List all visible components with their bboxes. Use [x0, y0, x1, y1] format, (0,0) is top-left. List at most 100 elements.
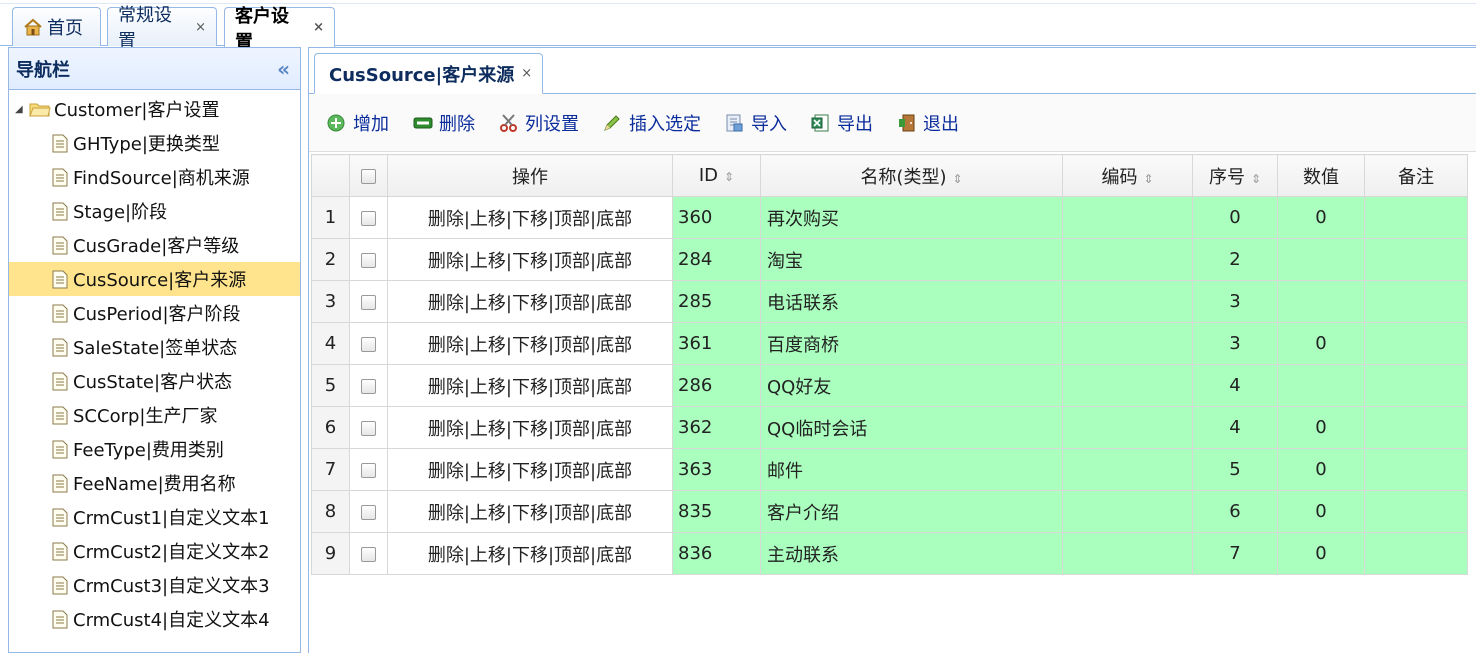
data-grid: 操作 ID ⇕ 名称(类型) ⇕ 编码 ⇕ 序号 ⇕ 数值 备注 1 删除|上移|下移|顶… — [311, 154, 1468, 575]
tree-item[interactable]: CusGrade|客户等级 — [9, 228, 300, 262]
document-icon — [52, 304, 68, 323]
tree-item-label: CrmCust2|自定义文本2 — [73, 542, 270, 563]
checkbox-icon[interactable] — [361, 336, 376, 352]
tree-item[interactable]: Stage|阶段 — [9, 194, 300, 228]
row-checkbox[interactable] — [349, 238, 388, 281]
row-checkbox[interactable] — [349, 280, 388, 323]
tree-item[interactable]: FindSource|商机来源 — [9, 160, 300, 194]
row-checkbox[interactable] — [349, 532, 388, 575]
sort-icon[interactable]: ⇕ — [1251, 172, 1261, 186]
table-row[interactable]: 9 删除|上移|下移|顶部|底部 836 主动联系 7 0 — [311, 532, 1468, 575]
close-icon[interactable]: × — [521, 66, 532, 81]
tree-item[interactable]: SCCorp|生产厂家 — [9, 398, 300, 432]
checkbox-icon[interactable] — [361, 168, 376, 184]
tree-item-label: FeeType|费用类别 — [73, 440, 224, 461]
delete-button[interactable]: 删除 — [413, 110, 475, 136]
column-header-id[interactable]: ID ⇕ — [672, 154, 761, 197]
tree-item[interactable]: CrmCust2|自定义文本2 — [9, 534, 300, 568]
add-button[interactable]: 增加 — [327, 110, 389, 136]
cell-note — [1364, 532, 1468, 575]
row-actions[interactable]: 删除|上移|下移|顶部|底部 — [387, 406, 673, 449]
sort-icon[interactable]: ⇕ — [952, 172, 962, 186]
row-actions[interactable]: 删除|上移|下移|顶部|底部 — [387, 322, 673, 365]
row-actions[interactable]: 删除|上移|下移|顶部|底部 — [387, 238, 673, 281]
cell-code — [1062, 406, 1193, 449]
table-row[interactable]: 1 删除|上移|下移|顶部|底部 360 再次购买 0 0 — [311, 196, 1468, 239]
column-header-name[interactable]: 名称(类型) ⇕ — [760, 154, 1063, 197]
export-label: 导出 — [837, 113, 873, 135]
tree-item[interactable]: CrmCust1|自定义文本1 — [9, 500, 300, 534]
close-icon[interactable]: × — [195, 20, 206, 35]
table-row[interactable]: 6 删除|上移|下移|顶部|底部 362 QQ临时会话 4 0 — [311, 406, 1468, 449]
tab-home[interactable]: 首页 — [12, 7, 101, 46]
checkbox-icon[interactable] — [361, 294, 376, 310]
table-row[interactable]: 3 删除|上移|下移|顶部|底部 285 电话联系 3 — [311, 280, 1468, 323]
column-header-code[interactable]: 编码 ⇕ — [1062, 154, 1193, 197]
import-button[interactable]: 导入 — [725, 110, 787, 136]
tab-cussource[interactable]: CusSource|客户来源 × — [314, 53, 544, 94]
row-actions[interactable]: 删除|上移|下移|顶部|底部 — [387, 448, 673, 491]
row-checkbox[interactable] — [349, 364, 388, 407]
cell-note — [1364, 280, 1468, 323]
tab-customer-settings[interactable]: 客户设置 × — [224, 6, 335, 53]
row-actions[interactable]: 删除|上移|下移|顶部|底部 — [387, 532, 673, 575]
column-settings-button[interactable]: 列设置 — [499, 110, 579, 136]
tree-item[interactable]: FeeName|费用名称 — [9, 466, 300, 500]
insert-selected-button[interactable]: 插入选定 — [603, 110, 701, 136]
sort-icon[interactable]: ⇕ — [724, 170, 734, 184]
tree-item-label: Stage|阶段 — [73, 202, 168, 223]
table-row[interactable]: 4 删除|上移|下移|顶部|底部 361 百度商桥 3 0 — [311, 322, 1468, 365]
tab-general-settings[interactable]: 常规设置 × — [107, 5, 217, 52]
checkbox-icon[interactable] — [361, 504, 376, 520]
tree-item[interactable]: CrmCust3|自定义文本3 — [9, 568, 300, 602]
row-checkbox[interactable] — [349, 448, 388, 491]
row-actions[interactable]: 删除|上移|下移|顶部|底部 — [387, 196, 673, 239]
document-icon — [52, 610, 68, 629]
select-all-checkbox[interactable] — [349, 154, 388, 197]
nav-title: 导航栏 — [16, 59, 70, 81]
expand-triangle-icon[interactable]: ◢ — [15, 104, 29, 115]
row-actions[interactable]: 删除|上移|下移|顶部|底部 — [387, 364, 673, 407]
sort-icon[interactable]: ⇕ — [1143, 172, 1153, 186]
export-button[interactable]: 导出 — [811, 110, 873, 136]
checkbox-icon[interactable] — [361, 420, 376, 436]
row-actions[interactable]: 删除|上移|下移|顶部|底部 — [387, 280, 673, 323]
tree-item[interactable]: FeeType|费用类别 — [9, 432, 300, 466]
excel-icon — [811, 114, 831, 132]
tree-item[interactable]: CrmCust4|自定义文本4 — [9, 602, 300, 636]
column-header-value: 数值 — [1277, 154, 1365, 197]
cell-note — [1364, 322, 1468, 365]
checkbox-icon[interactable] — [361, 462, 376, 478]
row-number: 4 — [311, 322, 350, 365]
main-tab-bar: 首页 常规设置 × 客户设置 × — [0, 0, 1476, 53]
row-checkbox[interactable] — [349, 196, 388, 239]
tree-item[interactable]: CusSource|客户来源 — [9, 262, 300, 296]
document-icon — [52, 236, 68, 255]
column-header-code-label: 编码 — [1101, 166, 1138, 188]
checkbox-icon[interactable] — [361, 546, 376, 562]
tree-item[interactable]: SaleState|签单状态 — [9, 330, 300, 364]
row-checkbox[interactable] — [349, 490, 388, 533]
row-checkbox[interactable] — [349, 322, 388, 365]
table-row[interactable]: 2 删除|上移|下移|顶部|底部 284 淘宝 2 — [311, 238, 1468, 281]
table-row[interactable]: 8 删除|上移|下移|顶部|底部 835 客户介绍 6 0 — [311, 490, 1468, 533]
table-row[interactable]: 5 删除|上移|下移|顶部|底部 286 QQ好友 4 — [311, 364, 1468, 407]
collapse-icon[interactable]: « — [277, 57, 290, 81]
checkbox-icon[interactable] — [361, 210, 376, 226]
tree-root-customer[interactable]: ◢ Customer|客户设置 — [9, 92, 300, 126]
tree-item[interactable]: CusState|客户状态 — [9, 364, 300, 398]
row-actions[interactable]: 删除|上移|下移|顶部|底部 — [387, 490, 673, 533]
tree-item[interactable]: CusPeriod|客户阶段 — [9, 296, 300, 330]
column-header-seq[interactable]: 序号 ⇕ — [1192, 154, 1278, 197]
checkbox-icon[interactable] — [361, 252, 376, 268]
cell-id: 362 — [672, 406, 761, 449]
row-checkbox[interactable] — [349, 406, 388, 449]
checkbox-icon[interactable] — [361, 378, 376, 394]
cell-id: 836 — [672, 532, 761, 575]
close-icon[interactable]: × — [313, 20, 324, 35]
import-label: 导入 — [751, 113, 787, 135]
document-icon — [52, 406, 68, 425]
table-row[interactable]: 7 删除|上移|下移|顶部|底部 363 邮件 5 0 — [311, 448, 1468, 491]
tree-item[interactable]: GHType|更换类型 — [9, 126, 300, 160]
exit-button[interactable]: 退出 — [897, 110, 959, 136]
